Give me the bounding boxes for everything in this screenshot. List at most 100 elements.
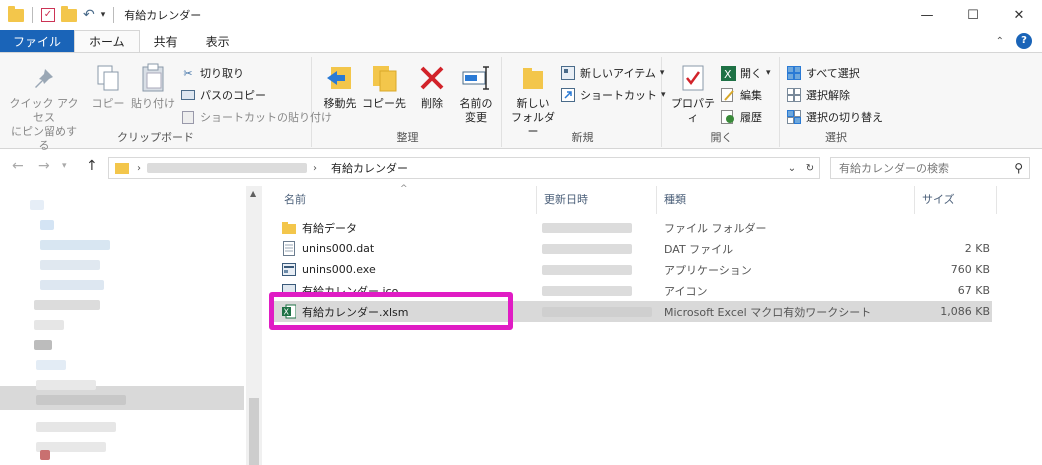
size-cell: 2 KB (964, 242, 990, 255)
paste-shortcut-label: ショートカットの貼り付け (200, 111, 332, 124)
select-none-button[interactable]: 選択解除 (786, 87, 850, 103)
copy-icon (93, 63, 123, 93)
table-row[interactable]: unins000.dat DAT ファイル 2 KB (272, 238, 992, 259)
organize-group-label: 整理 (396, 131, 419, 144)
nav-item[interactable] (0, 256, 100, 274)
organize-group: 移動先 コピー先 削除 名前の 変更 整理 (314, 57, 502, 147)
paste-shortcut-button[interactable]: ショートカットの貼り付け (180, 109, 332, 125)
sort-ascending-icon: ^ (400, 184, 408, 194)
scroll-up-icon[interactable]: ▲ (250, 189, 256, 198)
refresh-icon[interactable]: ↻ (801, 163, 819, 174)
nav-item[interactable] (0, 296, 100, 314)
highlight-box (269, 292, 513, 330)
delete-button[interactable]: 削除 (414, 63, 450, 111)
history-button[interactable]: 履歴 (720, 109, 762, 125)
type-cell: アイコン (664, 284, 708, 298)
column-separator[interactable] (996, 186, 997, 214)
nav-item[interactable] (0, 316, 64, 334)
nav-scrollbar[interactable]: ▲ (246, 186, 262, 465)
column-separator[interactable] (914, 186, 915, 214)
nav-item[interactable] (0, 336, 52, 354)
tab-share[interactable]: 共有 (140, 30, 192, 52)
nav-item[interactable] (0, 216, 54, 234)
new-item-icon (560, 65, 576, 81)
nav-item[interactable] (0, 356, 66, 374)
rename-icon (461, 63, 491, 93)
up-icon[interactable]: ↑ (86, 158, 98, 174)
column-type[interactable]: 種類 (664, 191, 686, 207)
paste-label: 貼り付け (131, 97, 175, 110)
column-date[interactable]: 更新日時 (544, 191, 588, 207)
copy-to-button[interactable]: コピー先 (362, 63, 406, 111)
new-folder-icon[interactable] (61, 5, 77, 22)
select-all-button[interactable]: すべて選択 (786, 65, 860, 81)
breadcrumb-current[interactable]: 有給カレンダー (331, 160, 408, 176)
column-size[interactable]: サイズ (922, 191, 955, 207)
edit-label: 編集 (740, 89, 762, 102)
nav-item[interactable] (0, 391, 126, 409)
tab-file[interactable]: ファイル (0, 30, 75, 52)
copy-path-button[interactable]: パスのコピー (180, 87, 266, 103)
type-cell: ファイル フォルダー (664, 221, 767, 235)
column-separator[interactable] (656, 186, 657, 214)
shortcut-button[interactable]: ショートカット ▾ (560, 87, 666, 103)
address-dropdown-icon[interactable]: ⌄ (783, 163, 801, 174)
forward-icon[interactable]: → (38, 158, 50, 174)
paste-button[interactable]: 貼り付け (130, 63, 176, 111)
copy-label: コピー (91, 97, 125, 110)
size-cell: 1,086 KB (940, 305, 990, 318)
scrollbar-thumb[interactable] (249, 398, 259, 465)
copy-to-icon (369, 63, 399, 93)
help-icon[interactable]: ? (1016, 33, 1032, 49)
move-to-icon (325, 63, 355, 93)
minimize-button[interactable]: — (904, 0, 950, 30)
navigation-row: ← → ▾ ↑ › › 有給カレンダー ⌄ ↻ 有給カレンダーの検索 ⚲ (0, 150, 1042, 186)
file-name-cell: unins000.exe (282, 262, 376, 277)
nav-item[interactable] (0, 276, 104, 294)
undo-icon[interactable]: ↶ (83, 7, 95, 23)
address-bar[interactable]: › › 有給カレンダー ⌄ ↻ (108, 157, 820, 179)
copy-path-label: パスのコピー (200, 89, 266, 102)
table-row[interactable]: unins000.exe アプリケーション 760 KB (272, 259, 992, 280)
back-icon[interactable]: ← (12, 158, 24, 174)
properties-icon[interactable]: ✓ (41, 8, 55, 22)
ribbon-tabs: ファイル ホーム 共有 表示 ⌃ ? (0, 30, 1042, 52)
edit-button[interactable]: 編集 (720, 87, 762, 103)
maximize-button[interactable]: ☐ (950, 0, 996, 30)
date-cell (542, 285, 632, 296)
rename-button[interactable]: 名前の 変更 (454, 63, 498, 125)
folder-icon[interactable] (8, 5, 24, 22)
collapse-ribbon-icon[interactable]: ⌃ (996, 36, 1004, 47)
tab-home[interactable]: ホーム (74, 30, 140, 52)
open-button[interactable]: X 開く ▾ (720, 65, 771, 81)
search-input[interactable]: 有給カレンダーの検索 ⚲ (830, 157, 1030, 179)
column-name[interactable]: 名前 (284, 191, 306, 207)
nav-item[interactable] (0, 196, 44, 214)
tab-view[interactable]: 表示 (192, 30, 244, 52)
open-group-label: 開く (710, 131, 733, 144)
invert-selection-icon (786, 109, 802, 125)
nav-item[interactable] (0, 236, 110, 254)
paste-shortcut-icon (180, 109, 196, 125)
cut-button[interactable]: ✂ 切り取り (180, 65, 244, 81)
customize-toolbar-icon[interactable]: ▾ (101, 10, 106, 20)
copy-button[interactable]: コピー (88, 63, 128, 111)
move-to-button[interactable]: 移動先 (320, 63, 360, 111)
table-row[interactable]: 有給データ ファイル フォルダー (272, 217, 992, 238)
column-header: ^ 名前 更新日時 種類 サイズ (262, 184, 1042, 214)
nav-item[interactable] (0, 446, 50, 464)
new-item-button[interactable]: 新しいアイテム ▾ (560, 65, 664, 81)
invert-selection-button[interactable]: 選択の切り替え (786, 109, 883, 125)
new-folder-button[interactable]: 新しい フォルダー (508, 63, 558, 139)
properties-icon (678, 63, 708, 93)
close-button[interactable]: ✕ (996, 0, 1042, 30)
properties-button[interactable]: プロパティ (668, 63, 718, 125)
copy-path-icon (180, 87, 196, 103)
column-separator[interactable] (536, 186, 537, 214)
nav-item[interactable] (0, 418, 116, 436)
new-group-label: 新規 (571, 131, 594, 144)
copy-to-label: コピー先 (362, 97, 406, 110)
chevron-right-icon: › (137, 162, 141, 174)
recent-locations-icon[interactable]: ▾ (62, 161, 67, 171)
search-icon[interactable]: ⚲ (1014, 161, 1023, 175)
